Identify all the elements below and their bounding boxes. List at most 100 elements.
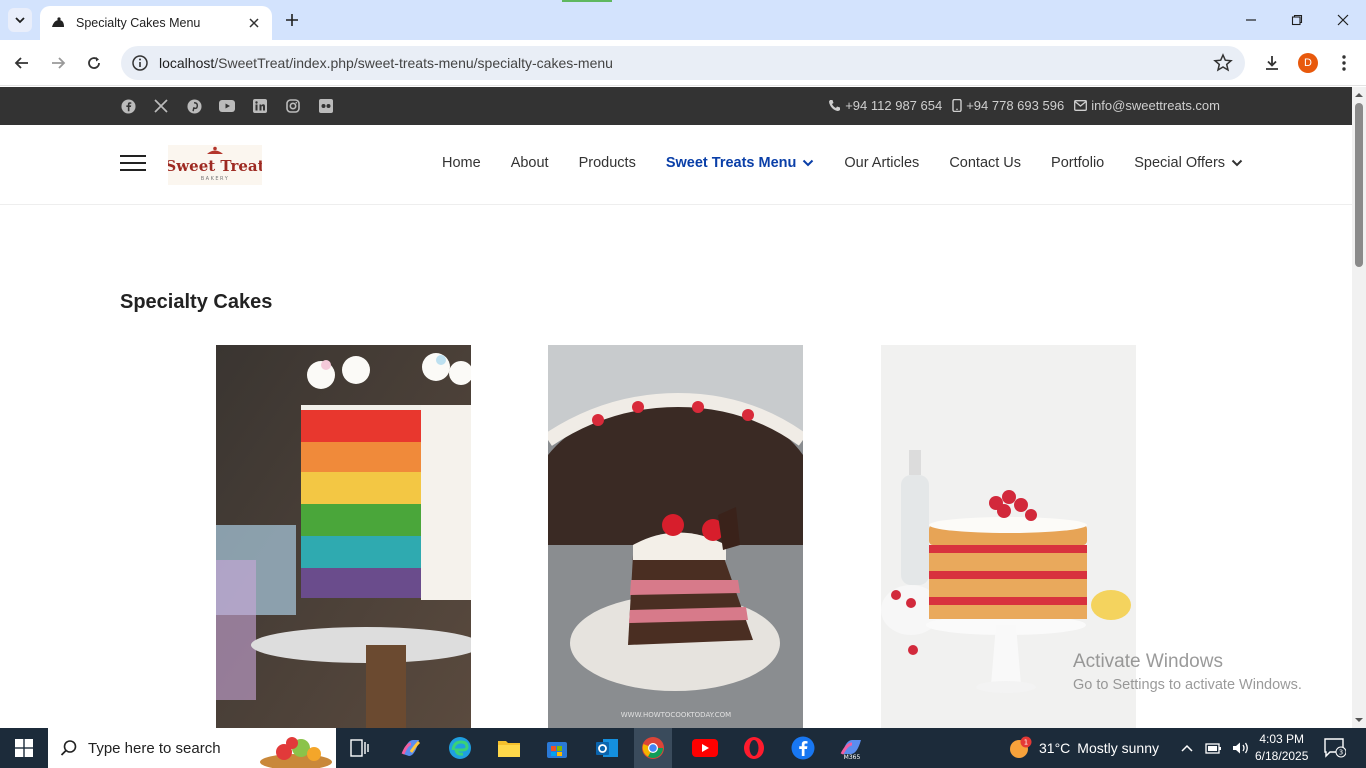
- youtube-app[interactable]: [691, 734, 719, 762]
- nav-products[interactable]: Products: [579, 155, 636, 171]
- search-placeholder: Type here to search: [88, 739, 221, 757]
- browser-menu-button[interactable]: [1333, 52, 1355, 74]
- scroll-up-icon[interactable]: [1355, 91, 1363, 99]
- microsoft-store-app[interactable]: [543, 734, 571, 762]
- nav-label: Home: [442, 155, 481, 171]
- nav-contact-us[interactable]: Contact Us: [949, 155, 1021, 171]
- activate-windows-watermark: Activate Windows Go to Settings to activ…: [1073, 651, 1302, 693]
- chrome-app-active[interactable]: [634, 728, 672, 768]
- weather-temp: 31°C: [1039, 740, 1071, 756]
- m365-icon: M365: [840, 740, 861, 760]
- facebook-icon[interactable]: [120, 98, 136, 114]
- scrollbar-thumb[interactable]: [1355, 103, 1363, 267]
- opera-app[interactable]: [740, 734, 768, 762]
- chevron-up-icon[interactable]: [1180, 743, 1194, 753]
- forward-button[interactable]: [45, 50, 71, 76]
- phone-text: +94 112 987 654: [845, 98, 943, 113]
- downloads-button[interactable]: [1261, 52, 1283, 74]
- email-contact[interactable]: info@sweettreats.com: [1074, 98, 1220, 113]
- arrow-right-icon: [52, 57, 66, 69]
- copilot-app[interactable]: [397, 734, 425, 762]
- reload-button[interactable]: [81, 50, 107, 76]
- nav-about[interactable]: About: [511, 155, 549, 171]
- plus-icon: [286, 14, 298, 26]
- edge-app[interactable]: [446, 734, 474, 762]
- page-scrollbar[interactable]: [1352, 87, 1366, 728]
- start-button[interactable]: [0, 728, 48, 768]
- flickr-icon[interactable]: [318, 98, 334, 114]
- address-bar[interactable]: localhost/SweetTreat/index.php/sweet-tre…: [121, 46, 1245, 80]
- notification-count: 3: [1339, 749, 1343, 757]
- x-icon[interactable]: [153, 98, 169, 114]
- microsoft-365-app[interactable]: M365: [838, 734, 866, 762]
- system-tray: [1180, 728, 1250, 768]
- linkedin-icon[interactable]: [252, 98, 268, 114]
- chevron-down-icon: [15, 17, 25, 24]
- weather-widget[interactable]: 1 31°C Mostly sunny: [1008, 728, 1159, 768]
- browser-tab-active[interactable]: Specialty Cakes Menu: [40, 6, 272, 40]
- nav-our-articles[interactable]: Our Articles: [844, 155, 919, 171]
- nav-label: About: [510, 155, 549, 171]
- nav-label: Sweet Treats Menu: [665, 155, 797, 171]
- youtube-icon: [692, 739, 718, 757]
- minimize-icon: [1246, 19, 1256, 21]
- chrome-icon: [642, 737, 664, 759]
- cake-card-black-forest[interactable]: WWW.HOWTOCOOKTODAY.COM: [548, 345, 803, 728]
- mobile-icon: [952, 99, 962, 112]
- logo-subtext: BAKERY: [201, 176, 230, 182]
- cake-card-rainbow[interactable]: [216, 345, 471, 728]
- taskbar-clock[interactable]: 4:03 PM 6/18/2025: [1255, 731, 1308, 765]
- store-icon: [547, 742, 567, 758]
- restore-button[interactable]: [1274, 8, 1320, 32]
- nav-label: Contact Us: [949, 155, 1022, 171]
- nav-special-offers[interactable]: Special Offers: [1134, 155, 1243, 171]
- task-view-button[interactable]: [346, 734, 374, 762]
- search-icon: [60, 740, 77, 756]
- minimize-button[interactable]: [1228, 8, 1274, 32]
- section-title: Specialty Cakes: [120, 291, 273, 313]
- mobile-contact[interactable]: +94 778 693 596: [952, 98, 1064, 113]
- tab-title: Specialty Cakes Menu: [76, 16, 201, 30]
- reload-icon: [88, 57, 100, 69]
- nav-sweet-treats-menu[interactable]: Sweet Treats Menu: [666, 155, 815, 171]
- profile-avatar[interactable]: D: [1298, 53, 1318, 73]
- logo-text: Sweet Treat: [168, 157, 262, 175]
- browser-tab-bar: Specialty Cakes Menu: [0, 0, 1366, 40]
- new-tab-button[interactable]: [282, 10, 302, 30]
- tab-close-icon[interactable]: [246, 15, 262, 31]
- bookmark-star-icon[interactable]: [1213, 53, 1233, 73]
- nav-home[interactable]: Home: [442, 155, 481, 171]
- url-host: localhost: [159, 55, 215, 71]
- chevron-down-icon: [1231, 159, 1243, 167]
- web-page: +94 112 987 654 +94 778 693 596 info@swe…: [0, 87, 1352, 728]
- image-credit: WWW.HOWTOCOOKTODAY.COM: [621, 711, 731, 719]
- windows-logo-icon: [15, 739, 33, 757]
- facebook-app[interactable]: [789, 734, 817, 762]
- contact-info: +94 112 987 654 +94 778 693 596 info@swe…: [828, 98, 1220, 113]
- outlook-icon: [596, 739, 618, 757]
- file-explorer-app[interactable]: [495, 734, 523, 762]
- youtube-icon[interactable]: [219, 98, 235, 114]
- tab-search-button[interactable]: [8, 8, 32, 32]
- back-button[interactable]: [9, 50, 35, 76]
- hamburger-menu-button[interactable]: [120, 155, 146, 173]
- nav-portfolio[interactable]: Portfolio: [1051, 155, 1104, 171]
- kebab-menu-icon: [1342, 55, 1346, 71]
- screen: Specialty Cakes Menu localhost/SweetTrea…: [0, 0, 1366, 768]
- taskbar-search[interactable]: Type here to search: [48, 728, 336, 768]
- instagram-icon[interactable]: [285, 98, 301, 114]
- black-forest-cake-image: WWW.HOWTOCOOKTODAY.COM: [548, 345, 803, 728]
- phone-contact[interactable]: +94 112 987 654: [828, 98, 942, 113]
- sweet-treat-logo[interactable]: Sweet Treat BAKERY: [168, 145, 262, 185]
- facebook-icon: [791, 736, 815, 760]
- pinterest-icon[interactable]: [186, 98, 202, 114]
- windows-taskbar: Type here to search M365 1 31°C Mostly s…: [0, 728, 1366, 768]
- close-window-button[interactable]: [1320, 8, 1366, 32]
- battery-icon[interactable]: [1204, 741, 1222, 755]
- site-info-icon[interactable]: [131, 54, 149, 72]
- outlook-app[interactable]: [593, 734, 621, 762]
- volume-icon[interactable]: [1232, 741, 1250, 755]
- copilot-icon: [401, 740, 421, 756]
- scroll-down-icon[interactable]: [1355, 716, 1363, 724]
- notification-center-button[interactable]: 3: [1324, 728, 1346, 768]
